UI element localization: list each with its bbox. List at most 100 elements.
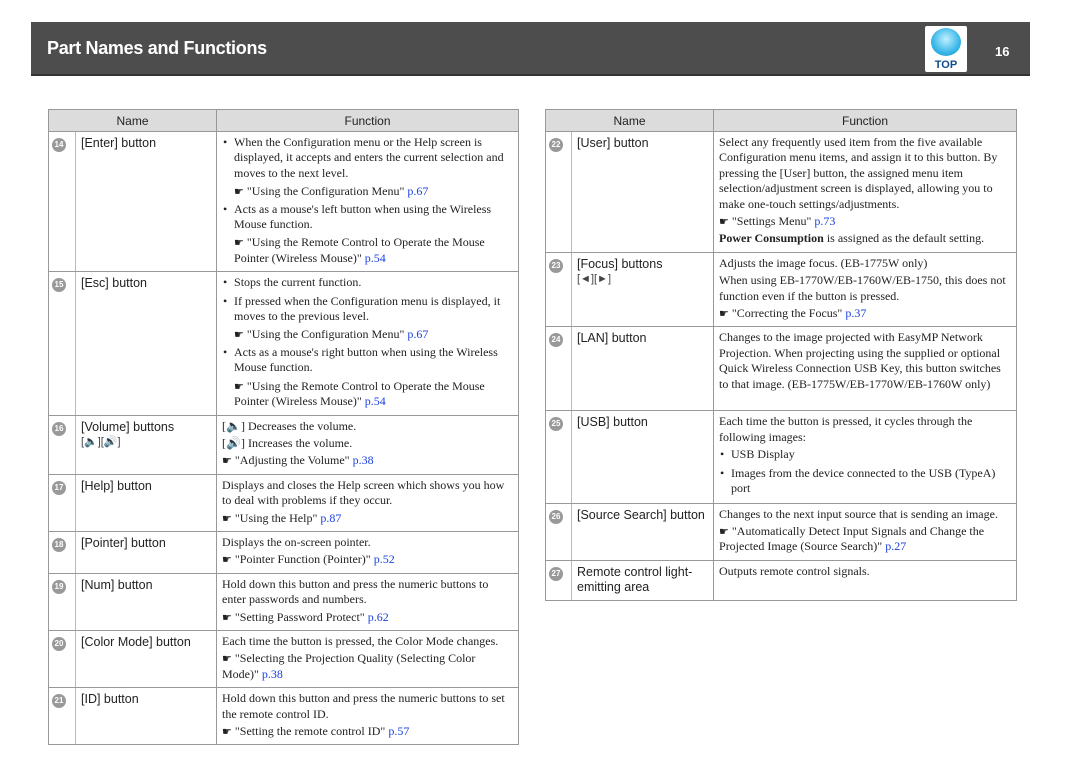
- item-number-cell: 24: [545, 326, 572, 412]
- part-name-cell: [User] button: [571, 131, 714, 253]
- item-number-cell: 16: [48, 414, 76, 475]
- item-number-cell: 22: [545, 131, 572, 253]
- text: Acts as a mouse's right button when usin…: [234, 344, 498, 375]
- text: Changes to the next input source that is…: [719, 506, 998, 521]
- description-text: Each time the button is pressed, it cycl…: [719, 414, 1011, 445]
- reference-title: "Setting Password Protect": [234, 609, 365, 624]
- reference-title: "Settings Menu": [731, 214, 812, 229]
- item-number-cell: 25: [545, 410, 572, 504]
- page-link[interactable]: p.67: [407, 327, 428, 341]
- item-number-badge: 19: [52, 579, 66, 594]
- top-button[interactable]: TOP: [925, 26, 967, 72]
- part-name-cell: [Source Search] button: [571, 502, 714, 561]
- part-name: [LAN] button: [577, 331, 647, 346]
- description-text: Displays and closes the Help screen whic…: [222, 478, 513, 509]
- page-link[interactable]: p.52: [374, 552, 395, 566]
- cross-reference: ☛ "Automatically Detect Input Signals and…: [719, 524, 1011, 555]
- function-cell: Each time the button is pressed, it cycl…: [713, 410, 1018, 504]
- table-row: 16 [Volume] buttons [🔈][🔊] [🔈] Decreases th…: [48, 414, 520, 475]
- function-cell: Hold down this button and press the nume…: [216, 687, 520, 746]
- item-number-badge: 24: [549, 333, 563, 348]
- pointing-hand-icon: ☛: [234, 328, 244, 342]
- description-text: Power Consumption is assigned as the def…: [719, 231, 1011, 246]
- text: Adjusts the image focus. (EB-1775W only): [719, 255, 928, 270]
- page-header: Part Names and Functions TOP 16: [31, 22, 1030, 76]
- description-text: Each time the button is pressed, the Col…: [222, 634, 513, 649]
- text: Select any frequently used item from the…: [719, 135, 998, 211]
- page-link[interactable]: p.38: [262, 667, 283, 681]
- cross-reference: ☛ "Using the Configuration Menu" p.67: [222, 184, 513, 199]
- table-row: 24 [LAN] button Changes to the image proje…: [545, 326, 1018, 412]
- part-name: [Esc] button: [81, 276, 148, 291]
- description-text: [🔈] Decreases the volume.: [222, 419, 513, 434]
- part-name: [Num] button: [81, 577, 153, 592]
- text: Images from the device connected to the …: [731, 465, 996, 496]
- reference-title: "Automatically Detect Input Signals and …: [719, 523, 985, 554]
- part-name-cell: [Esc] button: [75, 271, 217, 416]
- page-link[interactable]: p.54: [365, 251, 386, 265]
- reference-title: "Setting the remote control ID": [234, 724, 386, 738]
- text: Acts as a mouse's left button when using…: [234, 201, 492, 232]
- bullet-item: If pressed when the Configuration menu i…: [222, 294, 513, 325]
- page-link[interactable]: p.87: [320, 511, 341, 525]
- item-number-cell: 20: [48, 629, 76, 689]
- part-name: [Focus] buttons: [577, 256, 663, 271]
- item-number-cell: 27: [545, 559, 572, 601]
- table-row: 14 [Enter] button When the Configuration m…: [48, 130, 520, 273]
- pointing-hand-icon: ☛: [222, 511, 232, 525]
- page-link[interactable]: p.37: [845, 306, 866, 320]
- page-link[interactable]: p.38: [353, 453, 374, 467]
- text: When the Configuration menu or the Help …: [234, 135, 504, 180]
- description-text: Hold down this button and press the nume…: [222, 691, 513, 722]
- text: Stops the current function.: [234, 275, 362, 290]
- text: If pressed when the Configuration menu i…: [234, 293, 501, 324]
- part-name: [Color Mode] button: [81, 634, 191, 649]
- page-title: Part Names and Functions: [47, 38, 267, 58]
- description-text: Displays the on-screen pointer.: [222, 535, 513, 550]
- bullet-item: USB Display: [719, 447, 1011, 463]
- setting-name: Power Consumption: [719, 231, 824, 246]
- page-link[interactable]: p.57: [388, 724, 409, 738]
- reference-title: "Using the Remote Control to Operate the…: [234, 378, 485, 409]
- item-number-badge: 27: [549, 566, 563, 581]
- function-cell: When the Configuration menu or the Help …: [216, 130, 520, 273]
- table-row: 20 [Color Mode] button Each time the butto…: [48, 629, 520, 689]
- function-cell: Displays and closes the Help screen whic…: [216, 473, 520, 532]
- part-name: [Help] button: [81, 478, 152, 493]
- page-link[interactable]: p.62: [368, 610, 389, 624]
- item-number-cell: 18: [48, 530, 76, 574]
- item-number-cell: 19: [48, 572, 76, 631]
- pointing-hand-icon: ☛: [222, 610, 232, 624]
- table-row: 15 [Esc] button Stops the current function…: [48, 271, 520, 416]
- item-number-badge: 26: [549, 509, 563, 524]
- item-number-badge: 23: [549, 258, 563, 273]
- function-cell: Adjusts the image focus. (EB-1775W only)…: [713, 251, 1018, 328]
- pointing-hand-icon: ☛: [222, 652, 232, 666]
- cross-reference: ☛ "Correcting the Focus" p.37: [719, 306, 1011, 321]
- item-number-badge: 25: [549, 417, 563, 432]
- text: Changes to the image projected with Easy…: [719, 330, 1001, 391]
- description-text: Changes to the next input source that is…: [719, 507, 1011, 522]
- part-name: [Source Search] button: [577, 507, 705, 522]
- part-name-cell: Remote control light-emitting area: [571, 559, 714, 601]
- part-name-cell: [Focus] buttons [◄][►]: [571, 251, 714, 328]
- function-cell: [🔈] Decreases the volume. [🔊] Increases t…: [216, 414, 520, 475]
- page-link[interactable]: p.54: [365, 394, 386, 408]
- text: Outputs remote control signals.: [719, 563, 870, 578]
- page-link[interactable]: p.27: [885, 539, 906, 553]
- item-number-badge: 20: [52, 636, 66, 651]
- part-name: [Pointer] button: [81, 535, 166, 550]
- table-row: 26 [Source Search] button Changes to the n…: [545, 502, 1018, 561]
- item-number-badge: 17: [52, 480, 66, 495]
- text: Displays and closes the Help screen whic…: [222, 477, 505, 508]
- item-number-cell: 17: [48, 473, 76, 532]
- item-number-cell: 26: [545, 502, 572, 561]
- item-number-badge: 16: [52, 421, 66, 436]
- function-cell: Select any frequently used item from the…: [713, 131, 1018, 253]
- column-header-function: Function: [216, 109, 520, 132]
- text: [🔈] Decreases the volume.: [222, 418, 357, 433]
- page-link[interactable]: p.67: [407, 184, 428, 198]
- page-link[interactable]: p.73: [814, 214, 835, 228]
- item-number-badge: 18: [52, 537, 66, 552]
- right-parts-table: Name Function 22 [User] button Select any f…: [544, 109, 1018, 601]
